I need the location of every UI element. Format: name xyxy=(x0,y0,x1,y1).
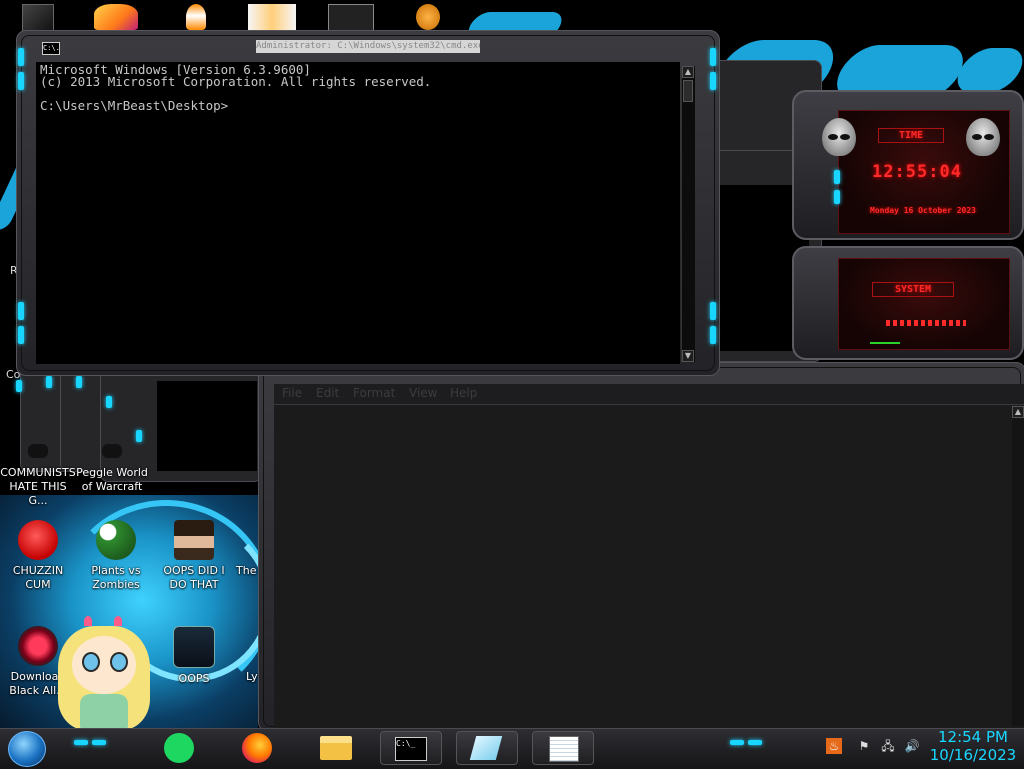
cmd-window-icon[interactable]: C:\. xyxy=(42,42,60,55)
desktop-top-icon-4[interactable] xyxy=(248,4,296,30)
desktop-icon-label: COMMUNISTS HATE THIS G... xyxy=(0,466,76,507)
oops-file-icon xyxy=(173,626,215,668)
frame-accent-light xyxy=(834,170,840,184)
notepad-text-area[interactable] xyxy=(274,404,1024,731)
portrait-icon xyxy=(174,520,214,560)
flag-icon[interactable]: ⚑ xyxy=(856,738,872,754)
start-button[interactable] xyxy=(8,731,46,767)
desktop-icon-pvz[interactable]: Plants vs Zombies xyxy=(78,520,154,592)
menu-view[interactable]: View xyxy=(409,386,437,400)
frame-accent-light xyxy=(18,326,24,344)
menu-file[interactable]: File xyxy=(282,386,302,400)
desktop-icon-label: Peggle World of Warcraft xyxy=(76,466,148,493)
clock-date: 10/16/2023 xyxy=(929,746,1017,764)
console-prompt: C:\Users\MrBeast\Desktop> xyxy=(40,98,229,113)
network-icon[interactable]: 🖧 xyxy=(880,738,896,754)
desktop-icon-chuzzin[interactable]: CHUZZIN CUM xyxy=(0,520,76,592)
frame-accent-light xyxy=(76,376,82,388)
scroll-up-button[interactable]: ▲ xyxy=(1012,406,1024,418)
desktop-top-icon-2[interactable] xyxy=(94,4,138,30)
vlc-icon[interactable] xyxy=(186,4,206,30)
desktop-top-icon-6[interactable] xyxy=(416,4,440,30)
firefox-icon xyxy=(242,733,272,763)
notepad-scrollbar[interactable]: ▲ xyxy=(1012,406,1024,726)
taskbar-file-explorer[interactable] xyxy=(318,731,354,765)
shortcut-icon xyxy=(102,444,122,458)
desktop-icon-label: OOPS DID I DO THAT xyxy=(163,564,225,591)
gadget-system-label: SYSTEM xyxy=(872,282,954,297)
gadget-time-label: TIME xyxy=(878,128,944,143)
menu-edit[interactable]: Edit xyxy=(316,386,339,400)
tray-app-icon[interactable]: ♨ xyxy=(826,738,842,754)
spotify-icon xyxy=(164,733,194,763)
taskbar-accent-light xyxy=(92,740,106,745)
taskbar-spotify[interactable] xyxy=(162,731,196,765)
file-explorer-icon xyxy=(320,736,352,760)
desktop-top-icon-5[interactable] xyxy=(328,4,374,32)
taskbar-accent-light xyxy=(730,740,744,745)
gadget-system-panel: SYSTEM xyxy=(792,246,1024,360)
scroll-down-button[interactable]: ▼ xyxy=(682,350,694,362)
gadget-status-bar xyxy=(870,342,900,344)
gadget-clock-time: 12:55:04 xyxy=(872,162,962,182)
alien-head-icon xyxy=(966,118,1000,156)
gadget-system-meter xyxy=(886,320,966,326)
desktop-icon-label: The xyxy=(236,564,257,577)
background-window-content xyxy=(157,381,257,471)
star-butterfly-character-left xyxy=(52,612,156,730)
cmd-window-title: Administrator: C:\Windows\system32\cmd.e… xyxy=(256,40,480,53)
gadget-clock-panel: TIME 12:55:04 Monday 16 October 2023 xyxy=(792,90,1024,240)
taskbar-notepad[interactable] xyxy=(532,731,594,765)
cmd-taskbar-icon: C:\_ xyxy=(395,737,427,761)
volume-icon[interactable]: 🔊 xyxy=(904,738,920,754)
taskbar-accent-light xyxy=(74,740,88,745)
frame-accent-light xyxy=(18,48,24,66)
scroll-thumb[interactable] xyxy=(683,80,693,102)
desktop-icon-communists[interactable]: COMMUNISTS HATE THIS G... xyxy=(0,444,76,508)
shortcut-icon xyxy=(28,444,48,458)
glass-app-icon xyxy=(469,736,503,760)
desktop-icon-oops[interactable]: OOPS xyxy=(156,626,232,686)
gadget-system-screen xyxy=(838,258,1010,350)
frame-accent-light xyxy=(710,48,716,66)
menu-format[interactable]: Format xyxy=(353,386,395,400)
desktop-icon-oops-did-i[interactable]: OOPS DID I DO THAT xyxy=(156,520,232,592)
taskbar-cmd[interactable]: C:\_ xyxy=(380,731,442,765)
console-line: (c) 2013 Microsoft Corporation. All righ… xyxy=(40,74,432,89)
frame-accent-light xyxy=(136,430,142,442)
frame-accent-light xyxy=(16,380,22,392)
desktop-icon-the[interactable]: The xyxy=(222,520,262,578)
cmd-scrollbar[interactable]: ▲ ▼ xyxy=(681,66,695,362)
desktop-icon-label: OOPS xyxy=(178,672,210,685)
scroll-up-button[interactable]: ▲ xyxy=(682,66,694,78)
gadget-date: Monday 16 October 2023 xyxy=(870,206,976,215)
alienware-gadget[interactable]: TIME 12:55:04 Monday 16 October 2023 SYS… xyxy=(792,90,1024,360)
frame-accent-light xyxy=(46,376,52,388)
taskbar-accent-light xyxy=(748,740,762,745)
taskbar-clock[interactable]: 12:54 PM 10/16/2023 xyxy=(926,728,1020,764)
frame-accent-light xyxy=(106,396,112,408)
frame-accent-light xyxy=(710,72,716,90)
plants-vs-zombies-icon xyxy=(96,520,136,560)
cmd-console-output[interactable]: Microsoft Windows [Version 6.3.9600] (c) … xyxy=(36,62,680,364)
taskbar-app-2[interactable] xyxy=(456,731,518,765)
chuzzle-icon xyxy=(18,520,58,560)
frame-accent-light xyxy=(834,190,840,204)
frame-accent-light xyxy=(710,326,716,344)
desktop-icon-label: Plants vs Zombies xyxy=(91,564,141,591)
menu-help[interactable]: Help xyxy=(450,386,477,400)
taskbar-firefox[interactable] xyxy=(240,731,276,765)
alien-head-icon xyxy=(822,118,856,156)
clock-time: 12:54 PM xyxy=(938,728,1008,746)
notepad-icon xyxy=(549,736,579,762)
desktop-icon-label: CHUZZIN CUM xyxy=(12,564,64,591)
desktop-icon-peggle[interactable]: Peggle World of Warcraft xyxy=(74,444,150,494)
desktop-top-icon-1[interactable] xyxy=(22,4,54,32)
frame-accent-light xyxy=(18,302,24,320)
frame-accent-light xyxy=(18,72,24,90)
frame-accent-light xyxy=(710,302,716,320)
